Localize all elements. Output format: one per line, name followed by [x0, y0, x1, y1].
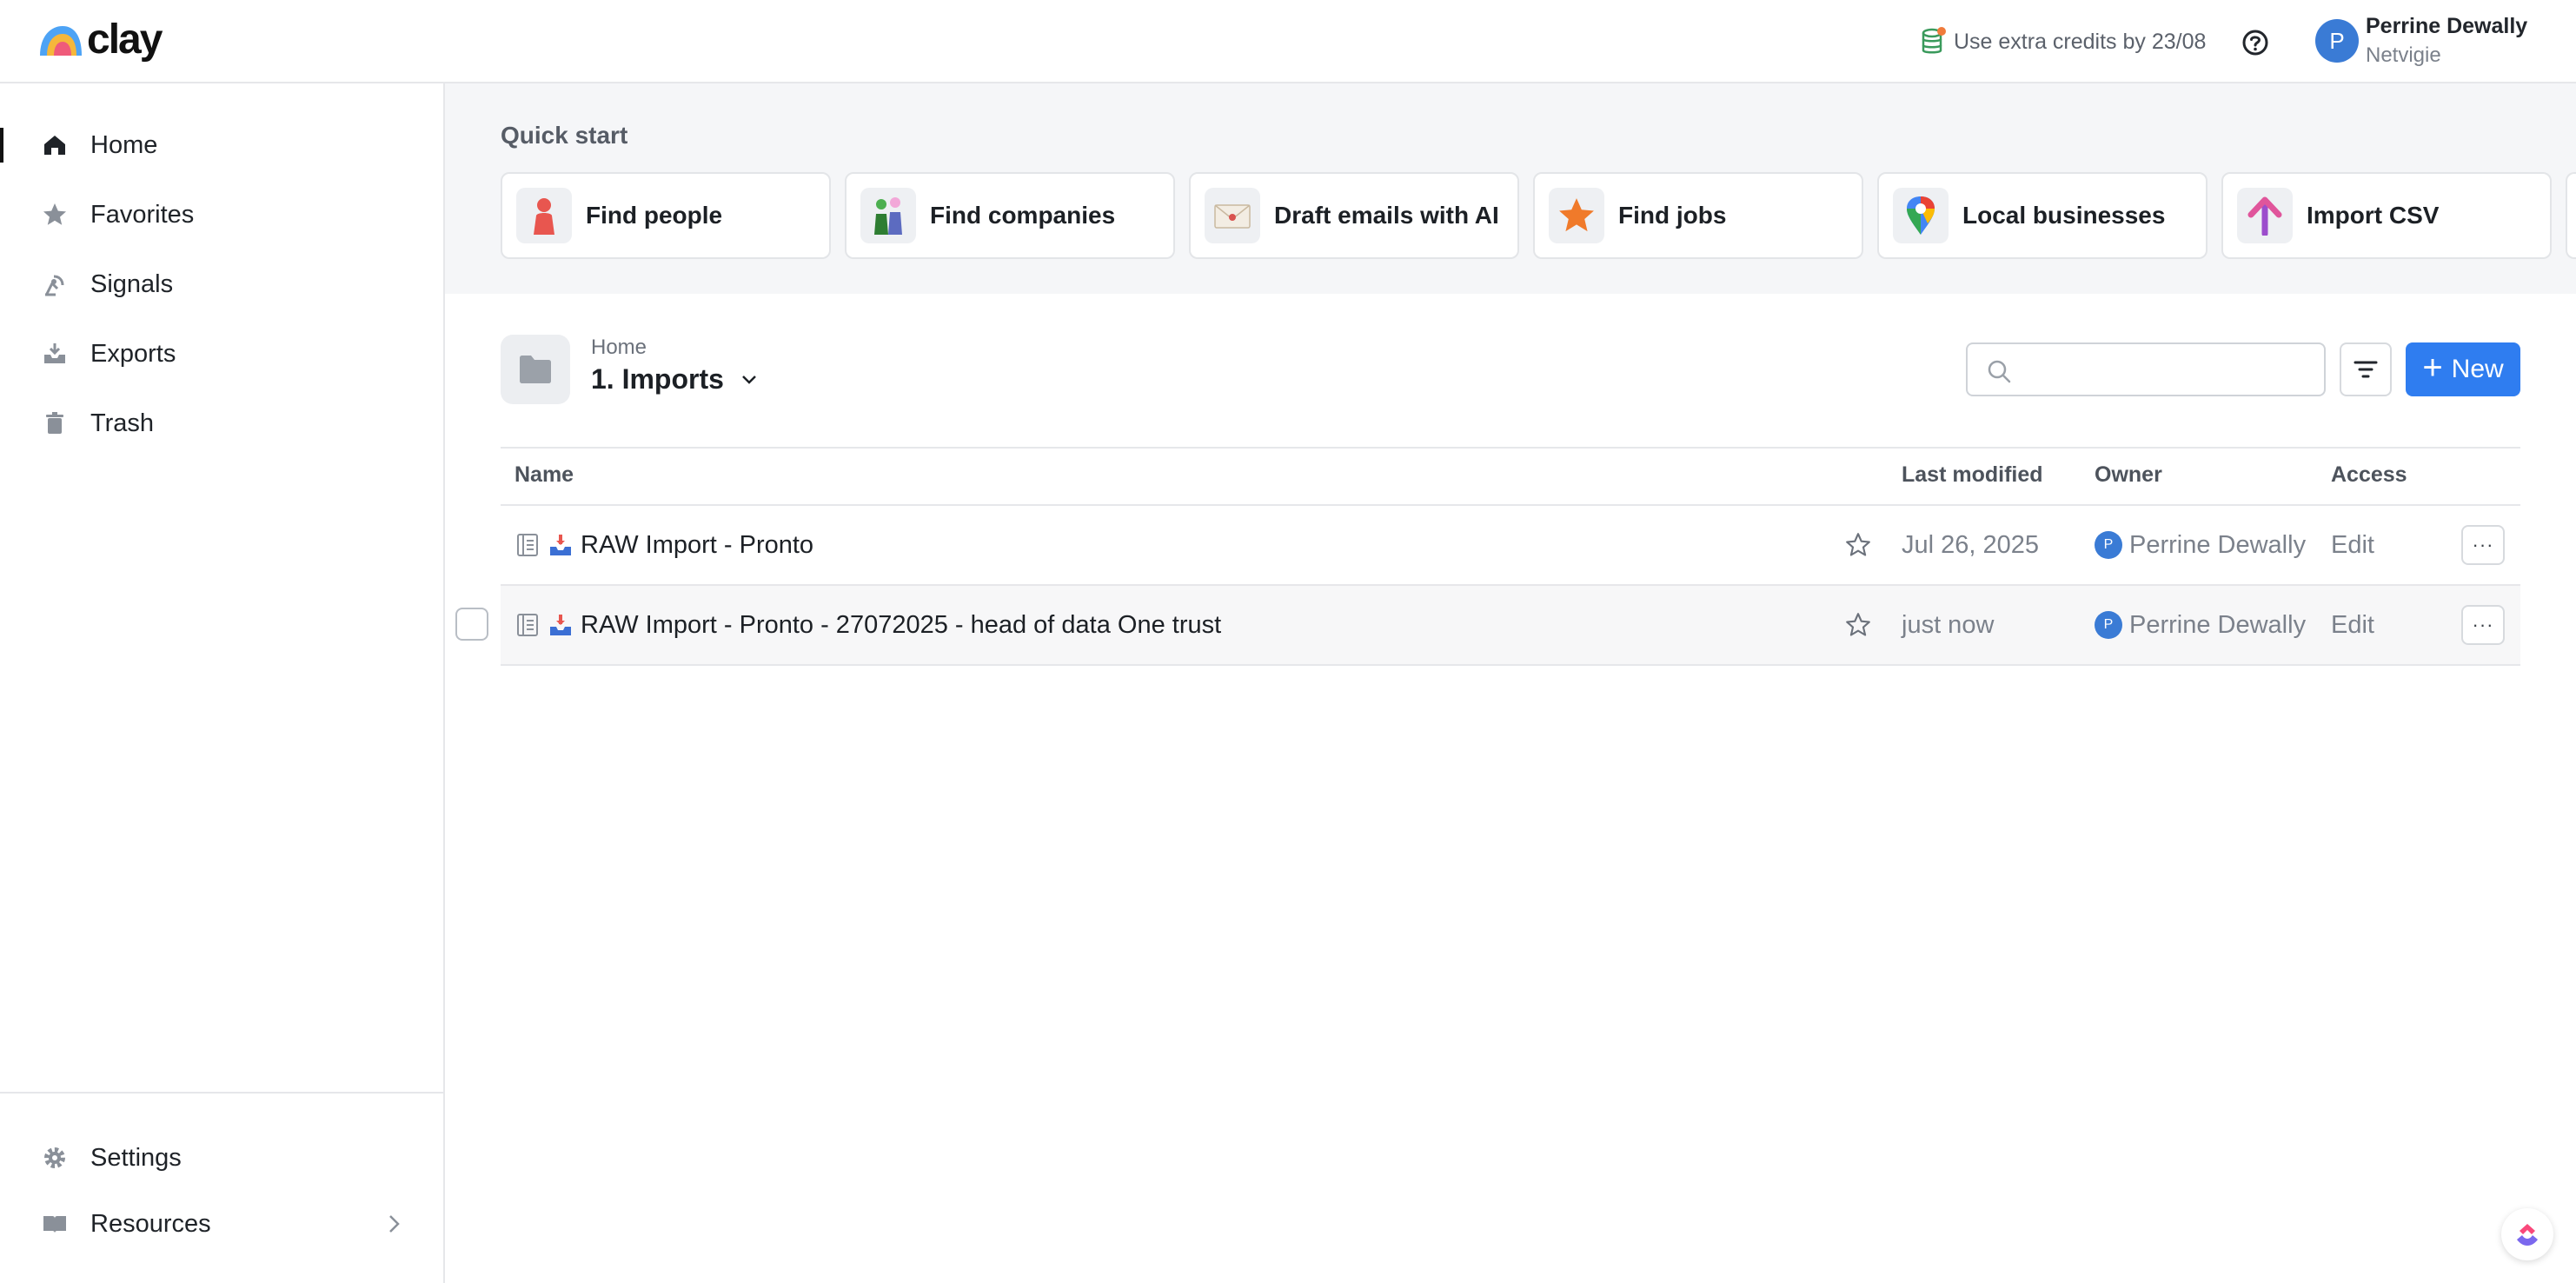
sidebar-item-label: Trash [90, 409, 155, 437]
map-pin-icon [1893, 188, 1949, 243]
access-level[interactable]: Edit [2331, 506, 2374, 584]
top-bar: clay Use extra credits by 23/08 P Perrin… [0, 0, 2576, 83]
filter-button[interactable] [2340, 342, 2392, 396]
quickstart-find-people[interactable]: Find people [501, 172, 831, 259]
quickstart-draft-emails[interactable]: Draft emails with AI [1189, 172, 1519, 259]
column-header-access[interactable]: Access [2331, 462, 2407, 488]
quickstart-import-csv[interactable]: Import CSV [2221, 172, 2552, 259]
more-options-button[interactable]: ··· [2461, 525, 2505, 565]
table-row[interactable]: RAW Import - Pronto - 27072025 - head of… [501, 586, 2520, 666]
credits-coin-icon [1922, 27, 1946, 54]
table-icon [516, 586, 539, 664]
table-row[interactable]: RAW Import - Pronto Jul 26, 2025 P Perri… [501, 506, 2520, 586]
row-select-checkbox[interactable] [455, 608, 488, 641]
extra-credits-banner[interactable]: Use extra credits by 23/08 [1921, 24, 2206, 59]
table-name[interactable]: RAW Import - Pronto [581, 506, 813, 584]
table-top-border [501, 447, 2520, 449]
quickstart-label: Import CSV [2307, 202, 2440, 229]
user-workspace[interactable]: Netvigie [2366, 43, 2441, 68]
folder-title-dropdown[interactable]: 1. Imports [591, 363, 760, 396]
chevron-right-icon [389, 1215, 400, 1233]
owner: P Perrine Dewally [2095, 506, 2306, 584]
company-people-icon [860, 188, 916, 243]
clickup-logo-icon [2517, 1224, 2538, 1246]
user-avatar[interactable]: P [2315, 19, 2359, 63]
favorite-star-icon[interactable] [1844, 506, 1872, 584]
export-icon [40, 339, 70, 369]
active-indicator [0, 128, 3, 163]
column-header-name[interactable]: Name [515, 462, 574, 488]
sidebar-item-exports[interactable]: Exports [0, 328, 443, 380]
page-title: 1. Imports [591, 363, 724, 395]
column-header-owner[interactable]: Owner [2095, 462, 2162, 488]
owner-avatar: P [2095, 531, 2122, 559]
last-modified: just now [1902, 610, 1995, 639]
sidebar: Home Favorites Signals Exports Trash Set… [0, 83, 445, 1283]
sidebar-item-label: Exports [90, 339, 176, 368]
help-icon[interactable] [2241, 28, 2270, 57]
owner-avatar: P [2095, 611, 2122, 639]
clay-logo-icon [40, 26, 82, 56]
sidebar-item-home[interactable]: Home [0, 119, 443, 171]
owner-name: Perrine Dewally [2129, 610, 2307, 639]
table-name[interactable]: RAW Import - Pronto - 27072025 - head of… [581, 586, 1221, 664]
owner-name: Perrine Dewally [2129, 530, 2307, 559]
sidebar-item-label: Resources [90, 1209, 211, 1238]
search-icon [1988, 360, 2011, 383]
star-icon [40, 200, 70, 229]
star-icon [1549, 188, 1604, 243]
new-button-label: New [2451, 355, 2504, 383]
last-modified: Jul 26, 2025 [1902, 530, 2040, 559]
sidebar-item-label: Favorites [90, 200, 195, 229]
floating-assistant-button[interactable] [2501, 1208, 2553, 1260]
gear-icon [40, 1143, 70, 1173]
person-icon [516, 188, 572, 243]
quickstart-find-jobs[interactable]: Find jobs [1533, 172, 1863, 259]
folder-icon [501, 335, 570, 404]
trash-icon [40, 409, 70, 438]
upload-arrow-icon [2237, 188, 2293, 243]
clay-logo[interactable]: clay [37, 17, 163, 63]
sidebar-item-resources[interactable]: Resources [0, 1198, 443, 1250]
logo-text: clay [87, 17, 163, 63]
quick-start-title: Quick start [501, 122, 628, 149]
quickstart-label: Find companies [930, 202, 1116, 229]
sidebar-divider [0, 1092, 443, 1094]
envelope-icon [1205, 188, 1260, 243]
book-icon [40, 1209, 70, 1239]
quickstart-label: Find people [586, 202, 723, 229]
table-icon [516, 506, 539, 584]
sidebar-item-trash[interactable]: Trash [0, 397, 443, 449]
breadcrumb[interactable]: Home [591, 336, 647, 360]
sidebar-item-label: Home [90, 130, 158, 159]
import-tray-icon [548, 586, 574, 664]
signal-icon [40, 269, 70, 299]
sidebar-item-settings[interactable]: Settings [0, 1132, 443, 1184]
search-box[interactable] [1966, 342, 2326, 396]
user-name[interactable]: Perrine Dewally [2366, 14, 2527, 39]
sidebar-item-signals[interactable]: Signals [0, 258, 443, 310]
import-tray-icon [548, 506, 574, 584]
sidebar-item-label: Signals [90, 269, 174, 298]
quickstart-find-companies[interactable]: Find companies [845, 172, 1175, 259]
quickstart-label: Find jobs [1618, 202, 1727, 229]
filter-icon [2354, 361, 2378, 378]
quickstart-local-businesses[interactable]: Local businesses [1877, 172, 2208, 259]
favorite-star-icon[interactable] [1844, 586, 1872, 664]
chevron-down-icon [742, 375, 756, 384]
owner: P Perrine Dewally [2095, 586, 2306, 664]
quickstart-label: Local businesses [1962, 202, 2166, 229]
access-level[interactable]: Edit [2331, 586, 2374, 664]
sidebar-item-favorites[interactable]: Favorites [0, 189, 443, 241]
search-input[interactable] [2022, 351, 2308, 388]
credits-text: Use extra credits by 23/08 [1954, 29, 2207, 54]
plus-icon: + [2422, 349, 2443, 387]
quickstart-card-overflow[interactable] [2566, 172, 2576, 259]
column-header-last-modified[interactable]: Last modified [1902, 462, 2043, 488]
more-options-button[interactable]: ··· [2461, 605, 2505, 645]
home-icon [40, 130, 70, 160]
new-button[interactable]: + New [2406, 342, 2520, 396]
sidebar-item-label: Settings [90, 1143, 182, 1172]
quickstart-label: Draft emails with AI [1274, 202, 1499, 229]
